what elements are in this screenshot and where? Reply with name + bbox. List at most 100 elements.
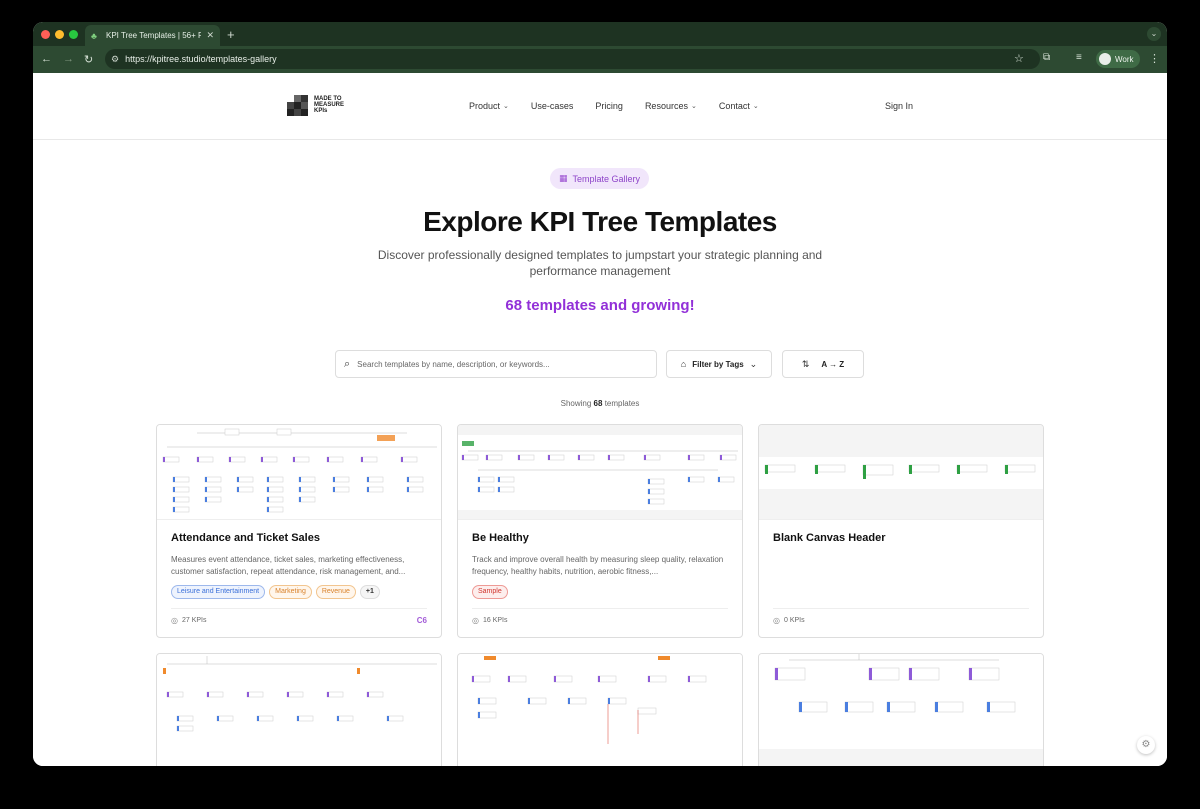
url-text: https://kpitree.studio/templates-gallery — [125, 54, 277, 64]
template-preview-image — [157, 654, 441, 766]
kpi-tree-preview — [458, 435, 742, 510]
browser-tab[interactable]: ♣ KPI Tree Templates | 56+ Free ✕ — [85, 25, 220, 46]
new-tab-button[interactable]: + — [227, 27, 235, 42]
close-window-button[interactable] — [41, 30, 50, 39]
badge-label: Template Gallery — [572, 173, 641, 184]
kpi-count-label: 27 KPIs — [181, 617, 207, 624]
site-settings-icon[interactable]: ⚙ — [111, 54, 119, 65]
chevron-down-icon: ⌄ — [690, 103, 697, 110]
bookmark-star-icon[interactable]: ☆ — [1014, 52, 1024, 65]
card-body: Be Healthy Track and improve overall hea… — [458, 520, 742, 635]
more-tags-chip[interactable]: +1 — [359, 585, 380, 599]
search-placeholder: Search templates by name, description, o… — [357, 359, 550, 369]
nav-product-label: Product — [469, 101, 501, 111]
card-footer: ◎ 0 KPIs — [773, 608, 1029, 625]
nav-pricing-label: Pricing — [595, 101, 623, 111]
sign-in-link[interactable]: Sign In — [885, 101, 913, 111]
nav-use-cases-label: Use-cases — [530, 101, 574, 111]
settings-gear-icon[interactable]: ⚙ — [1137, 736, 1155, 754]
chevron-down-icon: ⌄ — [752, 103, 759, 110]
close-tab-icon[interactable]: ✕ — [206, 30, 214, 41]
template-card[interactable] — [457, 653, 743, 766]
tag-list — [773, 585, 1029, 599]
card-footer: ◎ 27 KPIs C6 — [171, 608, 427, 625]
nav-resources-label: Resources — [644, 101, 688, 111]
tab-search-icon[interactable]: ⌄ — [1147, 27, 1161, 41]
chevron-down-icon: ⌄ — [749, 358, 758, 369]
sort-button[interactable]: ⇅ A → Z — [782, 350, 864, 378]
browser-window: ♣ KPI Tree Templates | 56+ Free ✕ + ⌄ ← … — [33, 22, 1167, 766]
chevron-down-icon: ⌄ — [503, 103, 509, 110]
search-icon: ⌕ — [344, 357, 351, 370]
avatar — [1099, 53, 1111, 65]
templates-count-headline: 68 templates and growing! — [505, 297, 695, 314]
tab-bar: ♣ KPI Tree Templates | 56+ Free ✕ + ⌄ — [33, 22, 1167, 46]
template-preview-image — [759, 425, 1043, 520]
kpi-tree-preview — [471, 656, 707, 744]
card-description: Measures event attendance, ticket sales,… — [171, 555, 406, 576]
filter-by-tags-button[interactable]: ⌂ Filter by Tags ⌄ — [666, 350, 772, 378]
tag-chip[interactable]: Sample — [472, 585, 508, 599]
card-description: Track and improve overall health by meas… — [472, 555, 724, 576]
grid-icon: ▦ — [558, 173, 568, 183]
site-logo[interactable]: MADE TO MEASURE KPIs — [287, 94, 344, 116]
profile-button[interactable]: Work — [1096, 50, 1140, 68]
template-card[interactable] — [156, 653, 442, 766]
showing-prefix: Showing — [560, 399, 592, 408]
card-footer: ◎ 16 KPIs — [472, 608, 728, 625]
browser-toolbar: ← → ↻ ⚙ https://kpitree.studio/templates… — [33, 46, 1167, 73]
template-preview-image — [458, 654, 742, 766]
site-header: MADE TO MEASURE KPIs Product ⌄ Use-cases … — [33, 73, 1167, 140]
nav-resources[interactable]: Resources ⌄ — [645, 101, 697, 111]
tab-title: KPI Tree Templates | 56+ Free — [106, 31, 202, 40]
card-body: Blank Canvas Header ◎ 0 KPIs — [759, 520, 1043, 635]
card-description — [773, 554, 1029, 578]
kpi-count-label: 0 KPIs — [783, 617, 805, 624]
tag-chip[interactable]: Leisure and Entertainment — [171, 585, 266, 599]
back-icon[interactable]: ← — [41, 53, 52, 65]
nav-pricing[interactable]: Pricing — [595, 101, 623, 111]
showing-suffix: templates — [604, 399, 640, 408]
showing-count: Showing 68 templates — [33, 399, 1167, 408]
maximize-window-button[interactable] — [69, 30, 78, 39]
page-content: MADE TO MEASURE KPIs Product ⌄ Use-cases … — [33, 73, 1167, 766]
kpi-count: ◎ 27 KPIs — [171, 616, 207, 625]
kpi-tree-preview — [759, 457, 1043, 489]
tag-chip[interactable]: Marketing — [269, 585, 312, 599]
search-input[interactable]: ⌕ Search templates by name, description,… — [335, 350, 657, 378]
template-card[interactable]: Attendance and Ticket Sales Measures eve… — [156, 424, 442, 638]
nav-use-cases[interactable]: Use-cases — [531, 101, 574, 111]
card-body: Attendance and Ticket Sales Measures eve… — [157, 520, 441, 635]
extensions-icon[interactable]: ⧉ — [1043, 52, 1050, 63]
kpi-count-label: 16 KPIs — [482, 617, 508, 624]
address-bar[interactable]: ⚙ https://kpitree.studio/templates-galle… — [105, 49, 1040, 69]
filter-label: Filter by Tags — [692, 359, 744, 369]
reload-icon[interactable]: ↻ — [84, 53, 93, 66]
kpi-tree-preview — [163, 656, 437, 732]
tag-chip[interactable]: Revenue — [315, 585, 356, 599]
card-title: Blank Canvas Header — [773, 532, 886, 544]
page-subtitle: Discover professionally designed templat… — [377, 248, 823, 278]
template-card[interactable] — [758, 653, 1044, 766]
logo-line-3: KPIs — [314, 108, 328, 114]
forward-icon[interactable]: → — [63, 53, 74, 65]
logo-text: MADE TO MEASURE KPIs — [314, 96, 344, 114]
media-controls-icon[interactable]: ≡ — [1076, 52, 1082, 63]
template-preview-image — [458, 425, 742, 520]
template-card[interactable]: Be Healthy Track and improve overall hea… — [457, 424, 743, 638]
page-title: Explore KPI Tree Templates — [423, 206, 777, 237]
nav-product[interactable]: Product ⌄ — [469, 101, 509, 111]
browser-menu-icon[interactable]: ⋮ — [1149, 52, 1160, 65]
minimize-window-button[interactable] — [55, 30, 64, 39]
template-card[interactable]: Blank Canvas Header ◎ 0 KPIs — [758, 424, 1044, 638]
tag-icon: ⌂ — [680, 359, 687, 369]
kpi-tree-preview — [162, 428, 437, 513]
showing-number: 68 — [593, 399, 603, 408]
tag-list: Leisure and Entertainment Marketing Reve… — [171, 585, 427, 599]
main-nav: Product ⌄ Use-cases Pricing Resources ⌄ Co… — [469, 101, 759, 111]
profile-label: Work — [1115, 54, 1134, 64]
sort-label: A → Z — [821, 359, 845, 369]
nav-contact[interactable]: Contact ⌄ — [719, 101, 759, 111]
target-icon: ◎ — [773, 616, 780, 625]
target-icon: ◎ — [171, 616, 178, 625]
